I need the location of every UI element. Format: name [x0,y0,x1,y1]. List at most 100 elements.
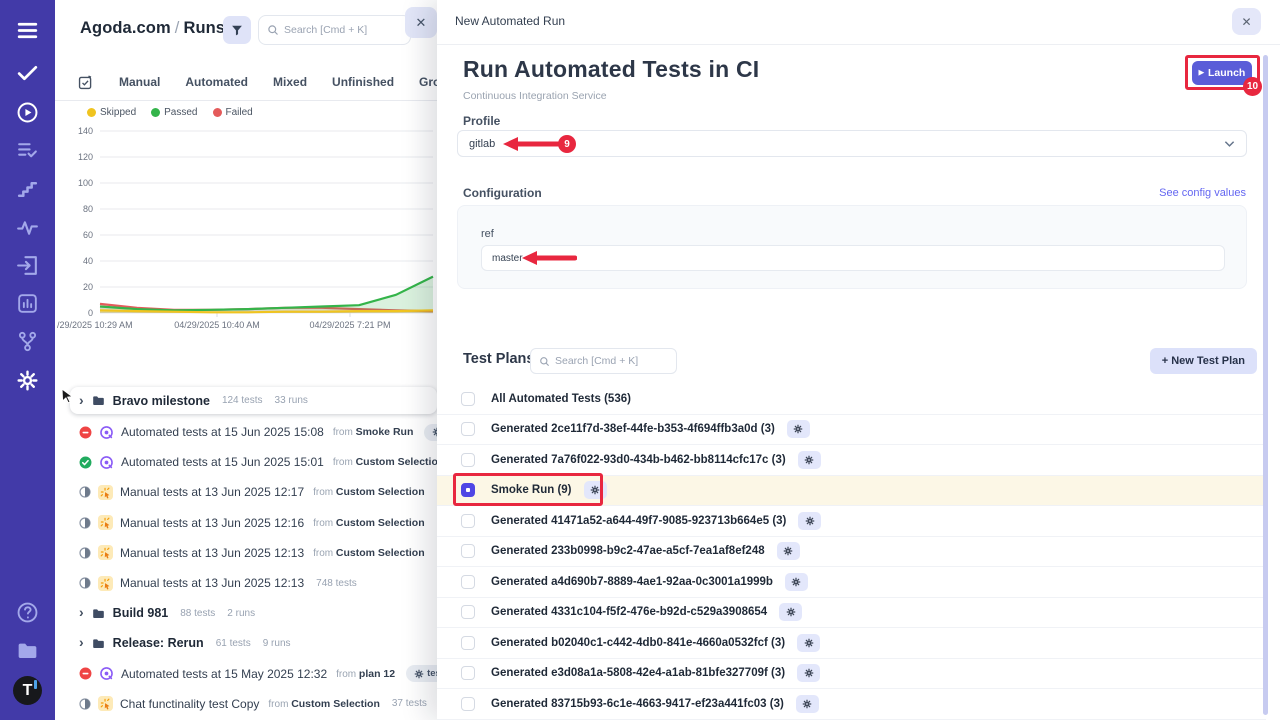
run-row[interactable]: Automated tests at 15 Jun 2025 15:01from… [55,447,437,477]
tests-check-icon[interactable] [15,60,40,85]
svg-text:80: 80 [83,204,93,214]
test-plan-row[interactable]: Generated 7a76f022-93d0-434b-b462-bb8114… [437,445,1266,476]
drawer-title: New Automated Run [455,14,565,28]
svg-text:40: 40 [83,256,93,266]
ref-label: ref [481,228,494,240]
run-row[interactable]: Manual tests at 13 Jun 2025 12:13from Cu… [55,538,437,568]
run-row[interactable]: Automated tests at 15 May 2025 12:32from… [55,659,437,689]
run-env-badge[interactable]: test [406,665,437,682]
launch-button[interactable]: ▶ Launch [1192,61,1252,85]
plan-settings-button[interactable] [584,481,607,499]
plan-settings-button[interactable] [798,451,821,469]
chevron-right-icon[interactable]: › [79,393,84,407]
projects-folder-icon[interactable] [15,638,40,663]
checklist-icon[interactable] [77,74,94,91]
test-plans-title: Test Plans [463,351,534,367]
test-plans-search[interactable] [530,348,677,374]
chevron-right-icon[interactable]: › [79,605,84,619]
plan-checkbox[interactable] [461,636,475,650]
funnel-icon [230,23,244,37]
test-plan-row[interactable]: Generated 2ce11f7d-38ef-44fe-b353-4f694f… [437,415,1266,446]
help-icon[interactable] [15,600,40,625]
run-name: Manual tests at 13 Jun 2025 12:13 [120,576,304,590]
svg-text:04/29/2025 10:40 AM: 04/29/2025 10:40 AM [174,320,260,330]
profile-select[interactable]: gitlab [457,130,1247,157]
settings-gear-icon[interactable] [15,368,40,393]
run-row[interactable]: Automated tests at 15 Jun 2025 15:08 from… [55,417,437,447]
run-name: Automated tests at 15 Jun 2025 15:08 [121,425,324,439]
run-group-row[interactable]: ›Build 98188 tests2 runs [55,598,437,628]
run-name: Automated tests at 15 Jun 2025 15:01 [121,455,324,469]
test-plans-search-input[interactable] [555,355,668,367]
see-config-values-link[interactable]: See config values [1159,187,1246,199]
plan-checkbox[interactable] [461,392,475,406]
run-row[interactable]: Manual tests at 13 Jun 2025 12:16from Cu… [55,508,437,538]
scrollbar[interactable] [1263,55,1268,715]
test-plan-row[interactable]: Generated e3d08a1a-5808-42e4-a1ab-81bfe3… [437,659,1266,690]
menu-icon[interactable] [15,18,40,43]
plan-checkbox[interactable] [461,422,475,436]
chevron-right-icon[interactable]: › [79,635,84,649]
run-group-row[interactable]: ›Release: Rerun61 tests9 runs [55,628,437,658]
run-subtitle: Continuous Integration Service [463,90,607,102]
new-automated-run-drawer: New Automated Run ✕ Run Automated Tests … [437,0,1280,720]
test-plan-row[interactable]: Generated 233b0998-b9c2-47ae-a5cf-7ea1af… [437,537,1266,568]
plan-checkbox[interactable] [461,514,475,528]
pulse-analytics-icon[interactable] [15,215,40,240]
test-plan-row[interactable]: Generated 83715b93-6c1e-4663-9417-ef23a4… [437,689,1266,720]
test-plan-row[interactable]: Generated 41471a52-a644-49f7-9085-923713… [437,506,1266,537]
plan-label: Generated 7a76f022-93d0-434b-b462-bb8114… [491,454,786,466]
runs-search-input[interactable] [284,24,402,36]
testomat-logo[interactable]: T [13,676,42,705]
runs-search[interactable] [258,15,411,45]
plan-settings-button[interactable] [798,512,821,530]
steps-icon[interactable] [15,176,40,201]
run-env-badge[interactable]: test [424,424,437,441]
ref-input[interactable] [481,245,1225,271]
tab-mixed[interactable]: Mixed [273,75,307,89]
plan-settings-button[interactable] [796,695,819,713]
plan-checkbox[interactable] [461,544,475,558]
plan-settings-button[interactable] [787,420,810,438]
branches-icon[interactable] [15,329,40,354]
run-row[interactable]: Manual tests at 13 Jun 2025 12:17from Cu… [55,477,437,507]
test-plan-row[interactable]: Generated b02040c1-c442-4db0-841e-4660a0… [437,628,1266,659]
runs-panel: Agoda.com/Runs ✕ Manual Automated Mixed Unf… [55,0,437,720]
runs-play-icon[interactable] [15,100,40,125]
run-group-row[interactable]: ›Bravo milestone124 tests33 runs [70,387,437,414]
plan-settings-button[interactable] [797,634,820,652]
run-source: from Smoke Run [333,426,414,438]
plan-checkbox[interactable] [461,666,475,680]
test-plan-row[interactable]: Generated a4d690b7-8889-4ae1-92aa-0c3001… [437,567,1266,598]
plan-checkbox[interactable] [461,483,475,497]
drawer-close-button[interactable]: ✕ [1232,8,1261,35]
test-plan-row[interactable]: Smoke Run (9) [437,476,1266,507]
plan-settings-button[interactable] [779,603,802,621]
plan-checkbox[interactable] [461,605,475,619]
tab-unfinished[interactable]: Unfinished [332,75,394,89]
plan-checkbox[interactable] [461,697,475,711]
project-name[interactable]: Agoda.com [80,19,171,37]
tab-manual[interactable]: Manual [119,75,160,89]
test-plan-row[interactable]: Generated 4331c104-f5f2-476e-b92d-c529a3… [437,598,1266,629]
plan-checkbox[interactable] [461,575,475,589]
filter-button[interactable] [223,16,251,44]
plan-settings-button[interactable] [777,542,800,560]
plan-settings-button[interactable] [785,573,808,591]
manual-run-icon [98,545,113,560]
new-test-plan-button[interactable]: + New Test Plan [1150,348,1257,374]
reports-chart-icon[interactable] [15,291,40,316]
plan-settings-button[interactable] [797,664,820,682]
breadcrumb: Agoda.com/Runs [80,19,225,38]
test-plans-list-icon[interactable] [15,138,40,163]
import-run-icon[interactable] [15,253,40,278]
tab-automated[interactable]: Automated [185,75,248,89]
runs-count: 2 runs [227,608,255,619]
run-row[interactable]: Manual tests at 13 Jun 2025 12:13748 tes… [55,568,437,598]
manual-run-icon [98,515,113,530]
panel-close-button[interactable]: ✕ [405,7,437,38]
run-row[interactable]: Chat functinality test Copyfrom Custom S… [55,689,437,719]
svg-text:100: 100 [78,178,93,188]
plan-checkbox[interactable] [461,453,475,467]
test-plan-row[interactable]: All Automated Tests (536) [437,384,1266,415]
